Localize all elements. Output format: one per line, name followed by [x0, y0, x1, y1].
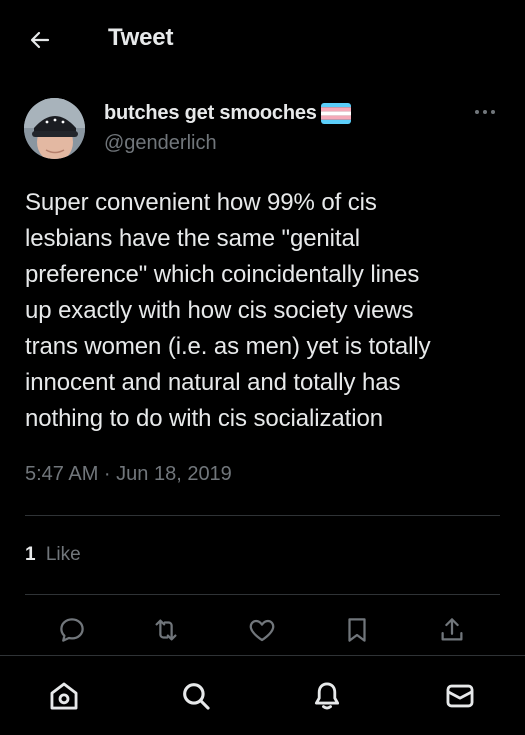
- retweet-button[interactable]: [146, 610, 186, 650]
- likes-stat[interactable]: 1 Like: [25, 544, 81, 566]
- search-icon: [183, 683, 210, 710]
- avatar[interactable]: [24, 98, 85, 159]
- tweet-author: butches get smooches @genderlich: [0, 96, 525, 162]
- display-name-row: butches get smooches: [104, 102, 351, 125]
- page-title: Tweet: [108, 24, 174, 51]
- tweet-timestamp[interactable]: 5:47 AM · Jun 18, 2019: [25, 463, 232, 486]
- tweet-line: trans women (i.e. as men) yet is totally: [25, 333, 431, 360]
- nav-home[interactable]: [44, 676, 84, 716]
- nav-messages[interactable]: [440, 676, 480, 716]
- tweet-text: Super convenient how 99% of cis lesbians…: [25, 185, 503, 437]
- likes-label: Like: [45, 544, 81, 565]
- tweet-line: Super convenient how 99% of cis: [25, 189, 377, 216]
- nav-search[interactable]: [176, 676, 216, 716]
- notifications-icon: [314, 682, 340, 710]
- tweet-line: preference" which coincidentally lines: [25, 261, 420, 288]
- user-handle[interactable]: @genderlich: [104, 132, 217, 155]
- bookmark-icon: [348, 618, 366, 642]
- more-options-button[interactable]: [470, 102, 500, 122]
- tweet-line: innocent and natural and totally has: [25, 369, 401, 396]
- divider: [25, 515, 500, 516]
- tweet-line: lesbians have the same "genital: [25, 225, 360, 252]
- share-button[interactable]: [432, 610, 472, 650]
- share-icon: [441, 618, 463, 641]
- arrow-left-icon: [30, 31, 50, 49]
- tweet-actions: [0, 610, 525, 650]
- like-button[interactable]: [242, 610, 282, 650]
- transgender-flag-icon: [320, 103, 351, 124]
- avatar-image: [24, 98, 85, 159]
- display-name[interactable]: butches get smooches: [104, 102, 317, 125]
- tweet-line: nothing to do with cis socialization: [25, 405, 383, 432]
- bookmark-button[interactable]: [337, 610, 377, 650]
- header: Tweet: [0, 0, 525, 80]
- like-icon: [249, 619, 275, 642]
- home-icon: [50, 682, 78, 710]
- back-button[interactable]: [22, 22, 58, 58]
- reply-button[interactable]: [52, 610, 92, 650]
- divider: [25, 594, 500, 595]
- bottom-navigation: [0, 655, 525, 735]
- likes-count: 1: [25, 544, 36, 565]
- reply-icon: [60, 618, 84, 642]
- retweet-icon: [155, 619, 177, 641]
- more-icon: [475, 110, 495, 114]
- tweet-line: up exactly with how cis society views: [25, 297, 414, 324]
- tweet-screen: Tweet butches get smooches @genderlich S…: [0, 0, 525, 735]
- nav-notifications[interactable]: [307, 676, 347, 716]
- messages-icon: [446, 684, 474, 708]
